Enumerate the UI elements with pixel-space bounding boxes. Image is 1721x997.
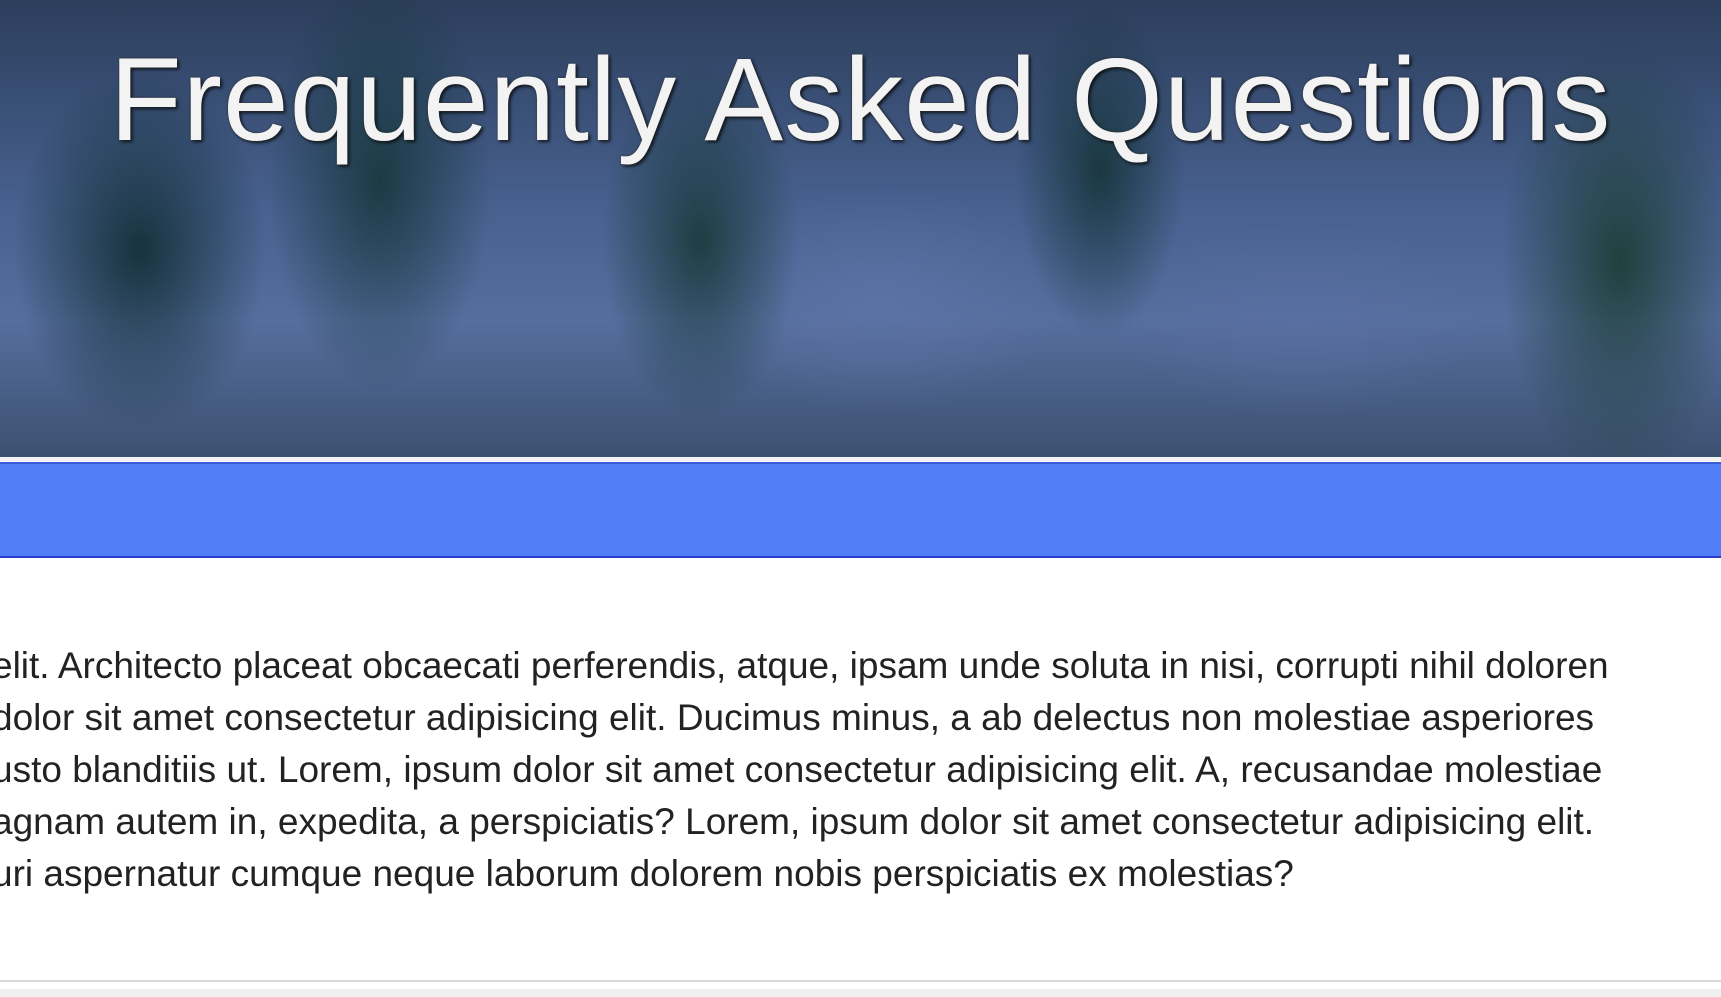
paragraph-line: uri aspernatur cumque neque laborum dolo…	[0, 853, 1294, 894]
hero-banner: Frequently Asked Questions	[0, 0, 1721, 457]
paragraph-line: dolor sit amet consectetur adipisicing e…	[0, 697, 1595, 738]
nav-bar	[0, 462, 1721, 558]
faq-content: elit. Architecto placeat obcaecati perfe…	[0, 640, 1721, 900]
paragraph-line: elit. Architecto placeat obcaecati perfe…	[0, 645, 1609, 686]
footer-divider	[0, 980, 1721, 982]
page-title: Frequently Asked Questions	[109, 34, 1612, 166]
paragraph-line: agnam autem in, expedita, a perspiciatis…	[0, 801, 1595, 842]
faq-paragraph: elit. Architecto placeat obcaecati perfe…	[0, 640, 1721, 900]
footer-edge	[0, 989, 1721, 997]
hero-divider	[0, 457, 1721, 461]
paragraph-line: usto blanditiis ut. Lorem, ipsum dolor s…	[0, 749, 1603, 790]
